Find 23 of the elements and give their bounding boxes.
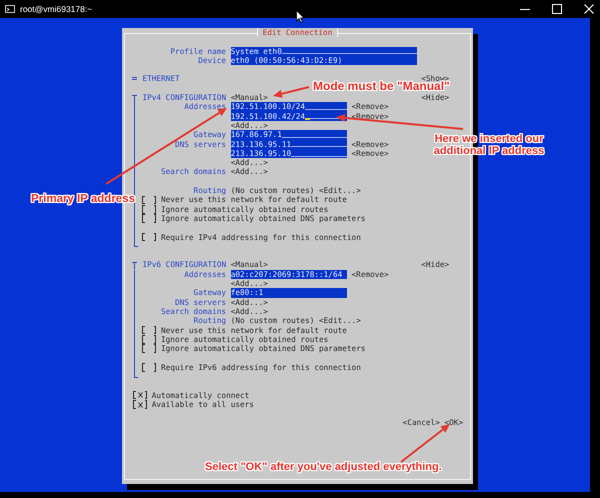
checkbox[interactable] xyxy=(142,204,156,214)
maximize-icon[interactable] xyxy=(552,4,562,14)
arrow xyxy=(400,424,450,463)
window-title: root@vmi693178:~ xyxy=(20,4,92,14)
annotation-label: Mode must be "Manual" xyxy=(313,80,450,92)
x-mark-icon xyxy=(138,392,143,398)
collapsed-section-icon[interactable] xyxy=(132,76,136,82)
checkbox[interactable] xyxy=(133,400,148,410)
checkbox[interactable] xyxy=(142,334,156,344)
x-mark-icon xyxy=(138,402,143,408)
checkbox[interactable] xyxy=(142,214,156,224)
checkbox[interactable] xyxy=(142,195,156,205)
expanded-section-icon[interactable] xyxy=(132,262,136,270)
checkbox[interactable] xyxy=(142,326,156,335)
expanded-section-icon[interactable] xyxy=(132,95,136,102)
checkbox[interactable] xyxy=(133,390,148,400)
checkbox[interactable] xyxy=(142,232,156,242)
annotation-label: Select "OK" after you've adjusted everything. xyxy=(205,461,442,473)
terminal-icon xyxy=(5,5,15,13)
checkbox[interactable] xyxy=(142,344,156,354)
arrow xyxy=(273,86,310,98)
checkbox[interactable] xyxy=(142,362,156,372)
close-icon[interactable] xyxy=(584,4,594,14)
